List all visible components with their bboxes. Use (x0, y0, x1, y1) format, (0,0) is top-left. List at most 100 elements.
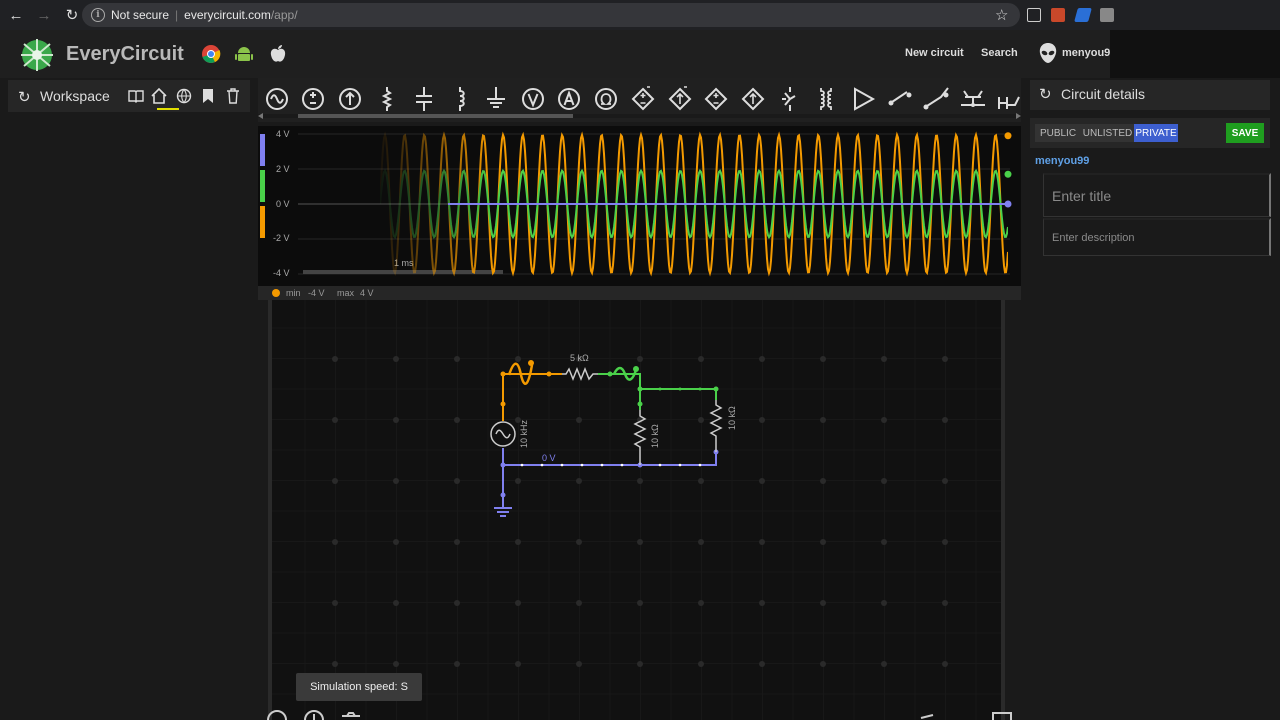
grid-dot (515, 661, 521, 667)
user-avatar-icon[interactable] (1038, 42, 1058, 64)
ground-symbol[interactable] (494, 495, 512, 517)
camera-icon[interactable] (340, 710, 362, 720)
address-bar[interactable]: i Not secure | everycircuit.com /app/ (82, 3, 1020, 27)
ac-source-icon[interactable] (261, 83, 293, 115)
grid-dot (881, 661, 887, 667)
grid-dot (332, 478, 338, 484)
grid-dot (759, 600, 765, 606)
grid-dot (698, 478, 704, 484)
private-button[interactable]: PRIVATE (1134, 124, 1178, 142)
voltmeter-icon[interactable] (517, 83, 549, 115)
transformer-icon[interactable] (810, 83, 842, 115)
new-circuit-link[interactable]: New circuit (905, 47, 964, 59)
trash-icon[interactable] (224, 87, 242, 105)
chrome-icon[interactable] (201, 44, 221, 64)
star-icon[interactable]: ☆ (995, 6, 1008, 24)
scope-legend: min -4 V max 4 V (258, 286, 1021, 300)
info-icon[interactable]: i (91, 8, 105, 22)
switch-icon[interactable] (884, 83, 916, 115)
dep-current-source-icon[interactable] (664, 83, 696, 115)
circuit-schematic[interactable]: 5 kΩ 10 kΩ 10 kΩ 10 kHz 0 V (272, 300, 1001, 720)
oscilloscope-plot[interactable]: 4 V 2 V 0 V -2 V -4 V 1 ms (258, 126, 1021, 286)
extension-icon[interactable] (1074, 8, 1092, 22)
dc-source-icon[interactable] (297, 83, 329, 115)
y-label-4v: 4 V (276, 129, 290, 139)
home-icon[interactable] (150, 87, 168, 105)
search-link[interactable]: Search (981, 47, 1018, 59)
grid-dot (515, 356, 521, 362)
y-label-2v: 2 V (276, 164, 290, 174)
grid-dot (576, 661, 582, 667)
oscilloscope[interactable]: 4 V 2 V 0 V -2 V -4 V 1 ms (258, 126, 1021, 286)
source-wire[interactable] (502, 373, 562, 421)
public-button[interactable]: PUBLIC (1035, 124, 1081, 142)
node-wire[interactable] (598, 373, 717, 410)
grid-dot (454, 600, 460, 606)
opamp-icon[interactable] (847, 83, 879, 115)
owner-name[interactable]: menyou99 (1035, 155, 1089, 167)
pause-icon[interactable] (266, 710, 288, 720)
title-field[interactable] (1043, 173, 1271, 217)
grid-dot (332, 417, 338, 423)
timer-icon[interactable] (303, 710, 325, 720)
grid-dot (637, 356, 643, 362)
undo-icon[interactable] (917, 710, 939, 720)
dep-source-icon[interactable] (700, 83, 732, 115)
inductor-icon[interactable] (444, 83, 476, 115)
diode-icon[interactable] (774, 83, 806, 115)
resistor-10k-right[interactable] (709, 400, 723, 452)
everycircuit-logo-icon[interactable] (16, 34, 58, 76)
grid-dot (332, 600, 338, 606)
grid-dot (393, 539, 399, 545)
resistor-10k-right-label: 10 kΩ (727, 406, 737, 430)
grid-dot (759, 661, 765, 667)
grid-dot (942, 600, 948, 606)
apple-icon[interactable] (268, 44, 288, 64)
bookmark-icon[interactable] (199, 87, 217, 105)
forward-icon[interactable]: → (32, 3, 56, 27)
extension-icon[interactable] (1027, 8, 1041, 22)
reload-icon[interactable]: ↻ (60, 3, 84, 27)
dep-voltage-source-icon[interactable] (627, 83, 659, 115)
y-label-neg2v: -2 V (273, 233, 290, 243)
refresh-icon[interactable]: ↻ (1039, 85, 1052, 103)
orange-endpoint[interactable] (1004, 132, 1012, 140)
grid-dot (820, 539, 826, 545)
grid-dot (332, 539, 338, 545)
grid-dot (454, 539, 460, 545)
transistor-icon[interactable] (957, 83, 989, 115)
fullscreen-icon[interactable] (991, 710, 1013, 720)
ground-icon[interactable] (480, 83, 512, 115)
book-icon[interactable] (127, 87, 145, 105)
green-endpoint[interactable] (1004, 170, 1012, 178)
resistor-icon[interactable] (371, 83, 403, 115)
spdt-switch-icon[interactable] (920, 83, 952, 115)
toolbar-scrollbar[interactable] (258, 112, 1021, 120)
dep-source-2-icon[interactable] (737, 83, 769, 115)
brand-name[interactable]: EveryCircuit (66, 43, 184, 66)
current-source-icon[interactable] (334, 83, 366, 115)
android-icon[interactable] (234, 44, 254, 64)
ammeter-icon[interactable] (553, 83, 585, 115)
probe-icon[interactable] (993, 83, 1021, 115)
extension-icon[interactable] (1051, 8, 1065, 22)
grid-dot (515, 478, 521, 484)
max-value: 4 V (360, 288, 374, 298)
ohmmeter-icon[interactable] (590, 83, 622, 115)
circuit-canvas[interactable]: 5 kΩ 10 kΩ 10 kΩ 10 kHz 0 V (268, 300, 1005, 720)
grid-dot (637, 478, 643, 484)
y-label-neg4v: -4 V (273, 268, 290, 278)
grid-dot (698, 539, 704, 545)
extension-icon[interactable] (1100, 8, 1114, 22)
workspace-label[interactable]: Workspace (40, 88, 110, 104)
description-field[interactable] (1043, 218, 1271, 256)
back-icon[interactable]: ← (4, 3, 28, 27)
grid-dot (881, 600, 887, 606)
globe-icon[interactable] (175, 87, 193, 105)
save-button[interactable]: SAVE (1226, 123, 1264, 143)
capacitor-icon[interactable] (408, 83, 440, 115)
username-link[interactable]: menyou9 (1062, 47, 1110, 59)
blue-endpoint[interactable] (1004, 200, 1012, 208)
refresh-icon[interactable]: ↻ (18, 88, 31, 106)
unlisted-button[interactable]: UNLISTED (1081, 124, 1134, 142)
